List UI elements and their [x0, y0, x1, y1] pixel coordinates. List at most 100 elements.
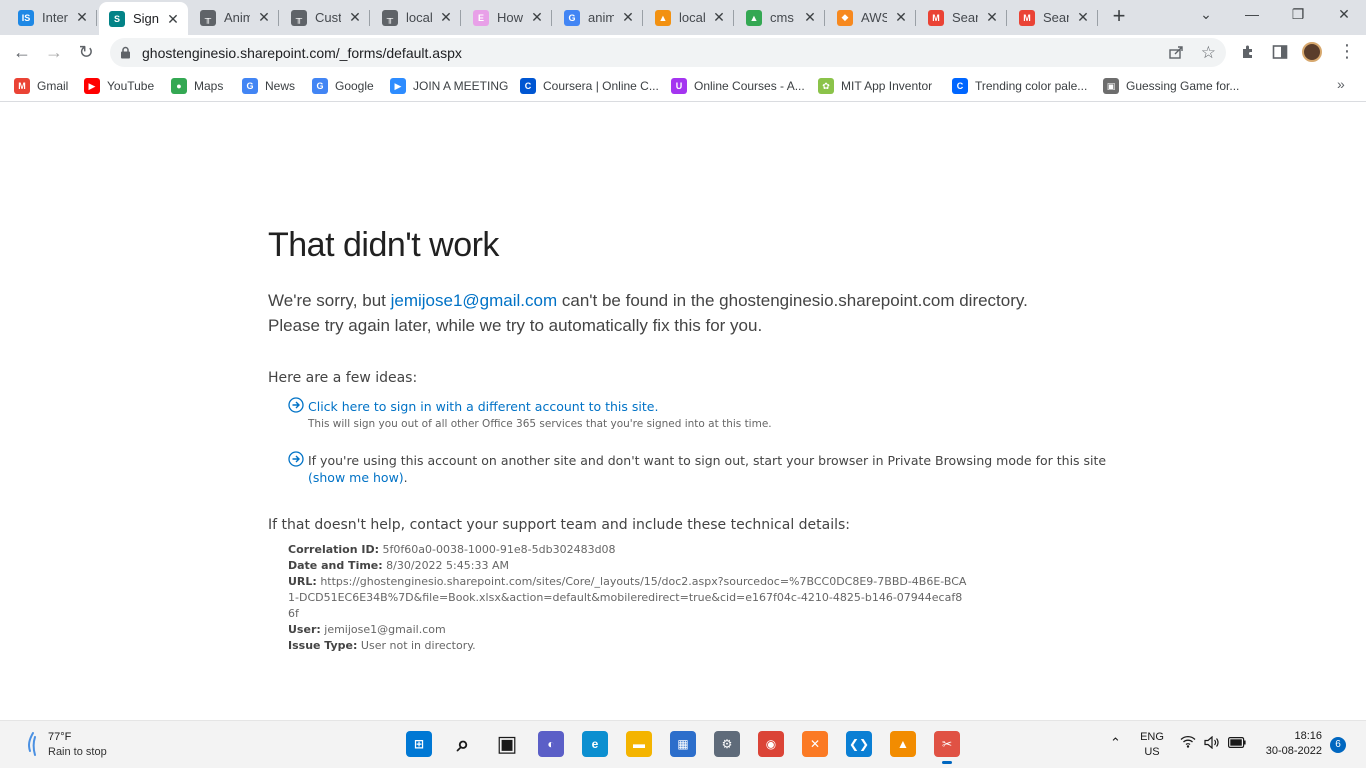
close-tab-icon[interactable]: ✕: [621, 10, 635, 24]
coolors-icon: C: [952, 78, 968, 94]
back-button[interactable]: ←: [10, 40, 34, 64]
close-tab-icon[interactable]: ✕: [894, 10, 908, 24]
error-message-prefix: We're sorry, but: [268, 291, 391, 310]
forward-button[interactable]: →: [42, 40, 66, 64]
browser-menu-icon[interactable]: ⋮: [1338, 42, 1356, 60]
tab-title: localh: [679, 10, 705, 25]
bookmark-item[interactable]: U Online Courses - A...: [671, 77, 805, 95]
snipping-tool-icon[interactable]: ✂: [934, 731, 960, 764]
language-indicator[interactable]: ENG US: [1139, 730, 1165, 760]
browser-toolbar: ← → ↻ ghostenginesio.sharepoint.com/_for…: [0, 35, 1366, 70]
chrome-icon[interactable]: ◉: [758, 731, 784, 757]
vscode-icon[interactable]: ❮❯: [846, 731, 872, 757]
close-tab-icon[interactable]: ✕: [348, 10, 362, 24]
gmail-icon: M: [1019, 9, 1035, 26]
tab-separator: [460, 10, 461, 26]
battery-icon[interactable]: [1228, 737, 1246, 751]
task-view-icon[interactable]: ▣: [494, 731, 520, 757]
account-email-link[interactable]: jemijose1@gmail.com: [391, 291, 558, 310]
file-explorer-icon[interactable]: ▬: [626, 731, 652, 757]
lock-icon[interactable]: [120, 46, 131, 64]
bookmarks-overflow-icon[interactable]: »: [1337, 76, 1345, 92]
error-message: We're sorry, but jemijose1@gmail.com can…: [268, 288, 1068, 338]
url-row: URL: https://ghostenginesio.sharepoint.c…: [288, 574, 968, 622]
bookmark-item[interactable]: C Trending color pale...: [952, 77, 1087, 95]
notification-badge[interactable]: 6: [1330, 737, 1346, 753]
bookmark-item[interactable]: ▶ YouTube: [84, 77, 154, 95]
column-icon: ╥: [382, 9, 398, 26]
system-clock[interactable]: 18:16 30-08-2022: [1262, 729, 1322, 759]
side-panel-icon[interactable]: [1272, 44, 1288, 65]
windows-start-icon[interactable]: ⊞: [406, 731, 432, 757]
browser-tab[interactable]: IS Intern ✕: [8, 0, 97, 35]
bookmark-label: YouTube: [107, 79, 155, 93]
vlc-icon[interactable]: ▲: [890, 731, 916, 757]
youtube-icon: ▶: [84, 78, 100, 94]
bookmark-item[interactable]: ● Maps: [171, 77, 223, 95]
volume-icon[interactable]: [1204, 735, 1220, 752]
browser-tab[interactable]: Ganim ✕: [554, 0, 643, 35]
tray-overflow-icon[interactable]: ⌃: [1110, 735, 1121, 751]
edge-icon[interactable]: e: [582, 731, 608, 757]
search-icon[interactable]: ⌕: [450, 731, 476, 757]
extensions-icon[interactable]: [1240, 44, 1256, 65]
share-icon[interactable]: [1168, 44, 1184, 65]
bookmark-item[interactable]: G News: [242, 77, 295, 95]
bookmark-item[interactable]: C Coursera | Online C...: [520, 77, 659, 95]
bookmark-label: JOIN A MEETING: [413, 79, 509, 93]
store-icon[interactable]: ▦: [670, 731, 696, 757]
wifi-icon[interactable]: [1180, 735, 1196, 751]
browser-tab[interactable]: S Sign ✕: [99, 2, 188, 35]
tab-separator: [551, 10, 552, 26]
close-tab-icon[interactable]: ✕: [530, 10, 544, 24]
bookmark-item[interactable]: ✿ MIT App Inventor: [818, 77, 932, 95]
aws-icon: ◆: [837, 9, 853, 26]
bookmarks-bar: M Gmail ▶ YouTube ● Maps G News G Google ▶ JOIN A M…: [0, 70, 1366, 102]
sign-in-different-account-link[interactable]: Click here to sign in with a different a…: [308, 399, 658, 414]
tab-separator: [733, 10, 734, 26]
close-tab-icon[interactable]: ✕: [803, 10, 817, 24]
close-tab-icon[interactable]: ✕: [75, 10, 89, 24]
close-tab-icon[interactable]: ✕: [1076, 10, 1090, 24]
bookmark-item[interactable]: M Gmail: [14, 77, 68, 95]
show-me-how-link[interactable]: (show me how): [308, 470, 404, 485]
new-tab-button[interactable]: +: [1108, 5, 1130, 28]
browser-tab[interactable]: M Searc ✕: [918, 0, 1007, 35]
tab-search-icon[interactable]: ⌄: [1196, 6, 1216, 26]
bookmark-item[interactable]: G Google: [312, 77, 374, 95]
browser-tab[interactable]: ▲ localh ✕: [645, 0, 734, 35]
tab-separator: [1097, 10, 1098, 26]
url-text[interactable]: ghostenginesio.sharepoint.com/_forms/def…: [142, 45, 462, 61]
zoom-icon: ▶: [390, 78, 406, 94]
close-tab-icon[interactable]: ✕: [985, 10, 999, 24]
reload-button[interactable]: ↻: [74, 40, 98, 64]
browser-tab[interactable]: E How ✕: [463, 0, 552, 35]
bookmark-label: Gmail: [37, 79, 69, 93]
browser-tab[interactable]: ▲ cms ✕: [736, 0, 825, 35]
xampp-icon[interactable]: ✕: [802, 731, 828, 757]
browser-tab[interactable]: M Searc ✕: [1009, 0, 1098, 35]
tab-separator: [824, 10, 825, 26]
settings-icon[interactable]: ⚙: [714, 731, 740, 757]
bookmark-item[interactable]: ▣ Guessing Game for...: [1103, 77, 1239, 95]
close-tab-icon[interactable]: ✕: [166, 12, 180, 26]
browser-tab[interactable]: ╥ localh ✕: [372, 0, 461, 35]
close-window-button[interactable]: ✕: [1334, 6, 1354, 26]
close-tab-icon[interactable]: ✕: [439, 10, 453, 24]
close-tab-icon[interactable]: ✕: [712, 10, 726, 24]
correlation-id-value: 5f0f60a0-0038-1000-91e8-5db302483d08: [382, 543, 616, 556]
restore-button[interactable]: ❐: [1288, 6, 1308, 26]
profile-avatar[interactable]: [1302, 42, 1322, 62]
correlation-id-row: Correlation ID: 5f0f60a0-0038-1000-91e8-…: [288, 542, 968, 558]
language-label: ENG: [1140, 731, 1164, 743]
tab-title: localh: [406, 10, 432, 25]
browser-tab[interactable]: ╥ Custo ✕: [281, 0, 370, 35]
browser-tab[interactable]: ◆ AWS ✕: [827, 0, 916, 35]
minimize-button[interactable]: —: [1242, 6, 1262, 26]
close-tab-icon[interactable]: ✕: [257, 10, 271, 24]
bookmark-item[interactable]: ▶ JOIN A MEETING: [390, 77, 508, 95]
bookmark-star-icon[interactable]: ☆: [1201, 43, 1216, 63]
chat-icon[interactable]: ◐: [538, 731, 564, 757]
browser-tab[interactable]: ╥ Anim ✕: [190, 0, 279, 35]
address-bar[interactable]: ghostenginesio.sharepoint.com/_forms/def…: [110, 38, 1226, 67]
